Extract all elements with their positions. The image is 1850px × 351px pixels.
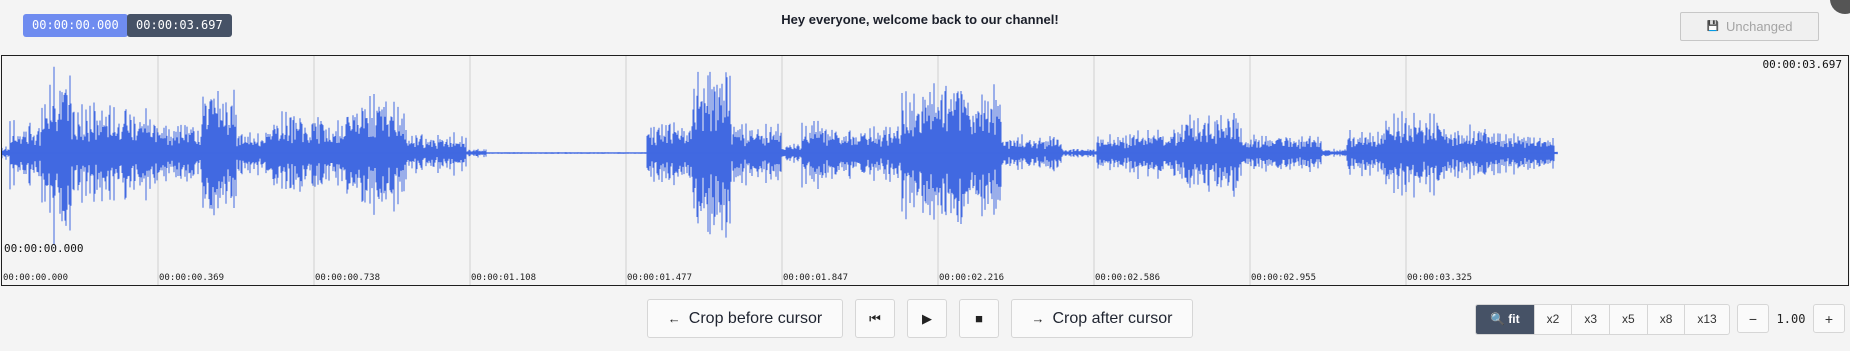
- waveform[interactable]: [2, 56, 1849, 286]
- transcript-text: Hey everyone, welcome back to our channe…: [781, 12, 1059, 27]
- play-icon: ▶: [922, 310, 932, 326]
- ruler-tick-label: 00:00:02.955: [1251, 273, 1317, 283]
- ruler-tick-label: 00:00:00.738: [315, 273, 381, 283]
- speed-value: 1.00: [1776, 311, 1806, 326]
- crop-after-cursor-button[interactable]: → Crop after cursor: [1011, 299, 1193, 338]
- ruler-tick-label: 00:00:00.000: [3, 273, 69, 283]
- end-time-label: 00:00:03.697: [1762, 58, 1842, 71]
- zoom-x2-button[interactable]: x2: [1535, 305, 1573, 334]
- ruler-tick-label: 00:00:00.369: [159, 273, 225, 283]
- waveform-path: [2, 66, 1558, 245]
- zoom-x3-button[interactable]: x3: [1572, 305, 1610, 334]
- speed-decrease-button[interactable]: −: [1737, 304, 1769, 333]
- waveform-panel[interactable]: 00:00:00.000 00:00:00.369 00:00:00.738 00:0…: [1, 55, 1849, 286]
- save-button-label: Unchanged: [1725, 19, 1793, 34]
- crop-after-label: Crop after cursor: [1052, 309, 1173, 327]
- ruler-tick-label: 00:00:03.325: [1407, 273, 1473, 283]
- magnifier-icon: 🔍: [1490, 312, 1505, 326]
- zoom-x8-button[interactable]: x8: [1648, 305, 1686, 334]
- ruler-tick-label: 00:00:02.586: [1095, 273, 1161, 283]
- ruler-tick-label: 00:00:02.216: [939, 273, 1005, 283]
- stop-icon: ■: [975, 311, 983, 326]
- stop-button[interactable]: ■: [959, 299, 999, 338]
- ruler-tick-label: 00:00:01.108: [471, 273, 537, 283]
- ruler-tick-label: 00:00:01.477: [627, 273, 693, 283]
- zoom-x5-button[interactable]: x5: [1610, 305, 1648, 334]
- arrow-left-icon: ←: [667, 311, 681, 326]
- zoom-fit-button[interactable]: 🔍 fit: [1476, 305, 1535, 334]
- crop-before-cursor-button[interactable]: ← Crop before cursor: [647, 299, 843, 338]
- crop-before-label: Crop before cursor: [688, 309, 823, 327]
- zoom-x13-button[interactable]: x13: [1685, 305, 1728, 334]
- save-button[interactable]: 💾 Unchanged: [1680, 12, 1819, 41]
- speed-stepper: − 1.00 +: [1737, 304, 1845, 333]
- zoom-fit-label: fit: [1508, 312, 1520, 326]
- zoom-selector: 🔍 fit x2 x3 x5 x8 x13: [1475, 304, 1730, 335]
- speed-increase-button[interactable]: +: [1813, 304, 1845, 333]
- cursor-time-label: 00:00:00.000: [4, 242, 84, 255]
- skip-to-start-icon: ⏮: [869, 310, 881, 326]
- arrow-right-icon: →: [1031, 311, 1045, 326]
- play-button[interactable]: ▶: [907, 299, 947, 338]
- ruler-tick-label: 00:00:01.847: [783, 273, 849, 283]
- skip-to-start-button[interactable]: ⏮: [855, 299, 895, 338]
- floppy-disk-icon: 💾: [1706, 21, 1719, 32]
